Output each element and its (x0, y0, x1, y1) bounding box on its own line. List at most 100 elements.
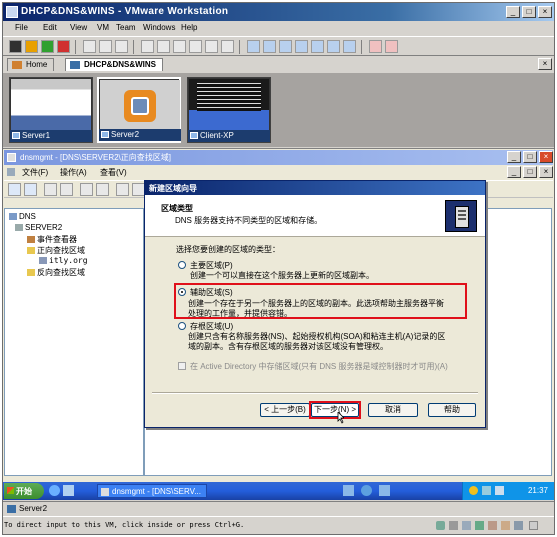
message-icon[interactable] (514, 521, 523, 530)
summary-icon[interactable] (279, 40, 292, 53)
usb-icon[interactable] (488, 521, 497, 530)
child-close-icon[interactable]: × (539, 166, 553, 178)
security-shield-icon[interactable] (469, 486, 478, 495)
tab-home-label: Home (26, 60, 48, 69)
ie-icon[interactable] (49, 485, 60, 496)
sidebar-icon[interactable] (247, 40, 260, 53)
close-tab-icon[interactable]: × (538, 58, 552, 70)
full-screen-icon[interactable] (311, 40, 324, 53)
child-minimize-icon[interactable]: _ (507, 166, 521, 178)
dns-close-icon[interactable]: × (539, 151, 553, 163)
up-icon[interactable] (44, 183, 57, 196)
suspend-icon[interactable] (25, 40, 38, 53)
unity-icon[interactable] (327, 40, 340, 53)
console-icon[interactable] (295, 40, 308, 53)
taskbar-icon[interactable] (379, 485, 390, 496)
tab-dhcp-dns-wins-label: DHCP&DNS&WINS (84, 60, 156, 69)
store-in-ad-checkbox[interactable] (178, 362, 186, 370)
revert-icon[interactable] (99, 40, 112, 53)
team-snapshot-icon[interactable] (205, 40, 218, 53)
thumbnail-server1[interactable]: Server1 (9, 77, 93, 143)
team-suspend-icon[interactable] (173, 40, 186, 53)
minimize-icon[interactable]: _ (506, 6, 520, 18)
tree-node-dns[interactable]: DNS (9, 212, 36, 221)
dnsmgmt-title-bar: dnsmgmt - [DNS\SERVER2\正向查找区域] _ □ × (4, 150, 553, 165)
back-button[interactable]: < 上一步(B) (260, 403, 310, 417)
tree-node-reverse-zones[interactable]: 反向查找区域 (27, 267, 85, 278)
maximize-icon[interactable]: □ (522, 6, 536, 18)
show-desktop-icon[interactable] (63, 485, 74, 496)
thumbnail-bar-icon[interactable] (343, 40, 356, 53)
vmware-menu-bar: File Edit View VM Team Windows Help (3, 21, 554, 36)
reset-icon[interactable] (57, 40, 70, 53)
power-off-icon[interactable] (9, 40, 22, 53)
refresh-icon[interactable] (96, 183, 109, 196)
cancel-button[interactable]: 取消 (368, 403, 418, 417)
export-icon[interactable] (116, 183, 129, 196)
menu-vm[interactable]: VM (97, 23, 109, 32)
team-power-icon[interactable] (157, 40, 170, 53)
child-restore-icon[interactable]: □ (523, 166, 537, 178)
wizard-header-subtitle: DNS 服务器支持不同类型的区域和存储。 (175, 216, 323, 225)
system-menu-icon[interactable] (7, 168, 15, 176)
quick-switch-icon[interactable] (263, 40, 276, 53)
back-icon[interactable] (8, 183, 21, 196)
dns-menu-file[interactable]: 文件(F) (22, 167, 48, 178)
help-circle-icon[interactable] (361, 485, 372, 496)
folder-open-icon (27, 247, 35, 254)
taskbar-icon[interactable] (343, 485, 354, 496)
snapshot-icon[interactable] (83, 40, 96, 53)
vmware-tab-bar: Home DHCP&DNS&WINS × (3, 57, 554, 72)
menu-team[interactable]: Team (116, 23, 136, 32)
vm-status-tab: Server2 (3, 501, 554, 516)
network-icon[interactable] (482, 486, 491, 495)
start-button[interactable]: 开始 (4, 483, 44, 499)
thumbnail-server2[interactable]: Server2 (97, 77, 181, 143)
dns-maximize-icon[interactable]: □ (523, 151, 537, 163)
team-settings-icon[interactable] (221, 40, 234, 53)
tab-home[interactable]: Home (7, 58, 55, 71)
team-reset-icon[interactable] (189, 40, 202, 53)
properties-icon[interactable] (80, 183, 93, 196)
fullscreen-icon[interactable] (529, 521, 538, 530)
network-adapter-icon[interactable] (475, 521, 484, 530)
menu-help[interactable]: Help (181, 23, 197, 32)
wizard-title: 新建区域向导 (149, 184, 197, 193)
close-icon[interactable]: × (538, 6, 552, 18)
menu-windows[interactable]: Windows (143, 23, 175, 32)
hdd-icon[interactable] (436, 521, 445, 530)
connect-icon[interactable] (369, 40, 382, 53)
show-tree-icon[interactable] (60, 183, 73, 196)
tree-node-event-viewer[interactable]: 事件查看器 (27, 234, 77, 245)
taskbar-item-dnsmgmt[interactable]: dnsmgmt - [DNS\SERV... (97, 484, 207, 498)
help-button[interactable]: 帮助 (428, 403, 476, 417)
menu-file[interactable]: File (15, 23, 28, 32)
menu-edit[interactable]: Edit (43, 23, 57, 32)
tree-node-itly-org[interactable]: itly.org (39, 256, 88, 265)
store-in-ad-label: 在 Active Directory 中存储区域(只有 DNS 服务器是域控制器… (190, 362, 448, 371)
preferences-icon[interactable] (385, 40, 398, 53)
stub-zone-radio[interactable] (178, 322, 186, 330)
clock: 21:37 (527, 486, 548, 495)
cdrom-icon[interactable] (449, 521, 458, 530)
dns-menu-view[interactable]: 查看(V) (100, 167, 127, 178)
team-icon[interactable] (141, 40, 154, 53)
primary-zone-radio[interactable] (178, 261, 186, 269)
tab-dhcp-dns-wins[interactable]: DHCP&DNS&WINS (65, 58, 163, 71)
thumbnail-screen (189, 79, 269, 131)
tree-node-forward-zones[interactable]: 正向查找区域 (27, 245, 85, 256)
dns-minimize-icon[interactable]: _ (507, 151, 521, 163)
snapshot-manager-icon[interactable] (115, 40, 128, 53)
tree-node-server2[interactable]: SERVER2 (15, 223, 62, 232)
power-on-icon[interactable] (41, 40, 54, 53)
forward-icon[interactable] (24, 183, 37, 196)
thumbnail-client-xp[interactable]: Client-XP (187, 77, 271, 143)
floppy-icon[interactable] (462, 521, 471, 530)
dns-menu-action[interactable]: 操作(A) (60, 167, 87, 178)
server-icon (445, 200, 477, 232)
volume-icon[interactable] (495, 486, 504, 495)
dnsmgmt-menu-bar: 文件(F) 操作(A) 查看(V) _ □ × (4, 165, 553, 179)
vm-status-tab-label[interactable]: Server2 (19, 504, 47, 513)
menu-view[interactable]: View (70, 23, 87, 32)
sound-icon[interactable] (501, 521, 510, 530)
